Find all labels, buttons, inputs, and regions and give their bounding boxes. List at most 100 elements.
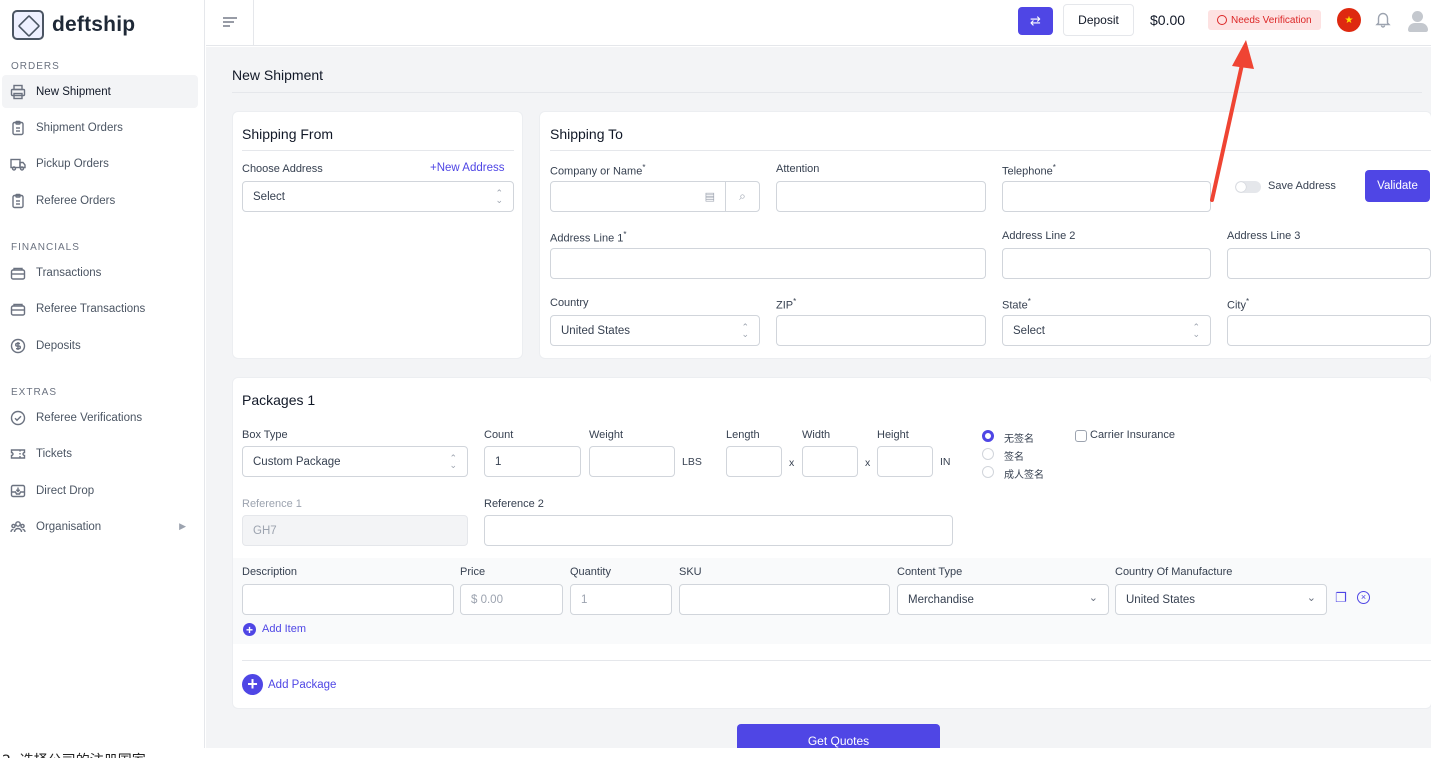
sidebar-item-deposits[interactable]: Deposits [2,329,198,362]
zip-input[interactable] [776,315,986,346]
add-item-icon[interactable]: + [243,623,256,637]
quantity-placeholder: 1 [581,593,588,606]
add-item-link[interactable]: Add Item [262,623,306,635]
chevron-updown-icon: ⌃ ⌄ [495,188,503,205]
address-line-2-input[interactable] [1002,248,1211,279]
packages-title: Packages 1 [242,392,316,408]
length-label: Length [726,429,760,441]
clipboard-icon [10,193,26,209]
brand-logo[interactable]: deftship [12,10,135,40]
chevron-down-icon: ⌄ [1306,592,1316,604]
city-input[interactable] [1227,315,1431,346]
chevron-updown-icon: ⌃ ⌄ [1192,322,1200,339]
copy-icon[interactable]: ❐ [1335,591,1349,605]
deposit-button[interactable]: Deposit [1063,4,1134,36]
sidebar-item-label: Transactions [36,266,102,279]
sidebar-item-shipment-orders[interactable]: Shipment Orders [2,111,198,144]
no-signature-label: 无签名 [1004,434,1034,445]
user-avatar[interactable] [1406,8,1430,34]
sidebar-item-direct-drop[interactable]: Direct Drop [2,474,198,507]
sidebar-item-pickup-orders[interactable]: Pickup Orders [2,147,198,180]
swap-icon: ⇄ [1030,13,1041,28]
save-address-toggle[interactable] [1235,181,1261,193]
sidebar-item-organisation[interactable]: Organisation ▶ [2,510,198,543]
country-of-manufacture-label: Country Of Manufacture [1115,566,1233,578]
select-value: Custom Package [253,455,341,468]
sku-input[interactable] [679,584,890,615]
content-type-select[interactable]: Merchandise ⌄ [897,584,1109,615]
sidebar-item-referee-transactions[interactable]: Referee Transactions [2,292,198,325]
times-sign: x [789,457,795,469]
length-input[interactable] [726,446,782,477]
telephone-input[interactable] [1002,181,1211,212]
divider [242,150,514,151]
sidebar-item-transactions[interactable]: Transactions [2,256,198,289]
china-flag-icon[interactable]: ★ [1337,8,1361,32]
ticket-icon [10,446,26,462]
choose-address-label: Choose Address [242,163,323,175]
box-type-select[interactable]: Custom Package ⌃ ⌄ [242,446,468,477]
select-value: United States [561,324,631,337]
country-of-manufacture-select[interactable]: United States ⌄ [1115,584,1327,615]
quantity-label: Quantity [570,566,611,578]
sidebar-item-new-shipment[interactable]: New Shipment [2,75,198,108]
main-content: New Shipment Shipping From Choose Addres… [206,47,1431,758]
price-label: Price [460,566,486,578]
swap-button[interactable]: ⇄ [1018,7,1053,35]
search-icon[interactable]: ⌕ [725,182,759,211]
width-input[interactable] [802,446,858,477]
state-label: State* [1002,297,1031,312]
carrier-insurance-checkbox[interactable] [1075,430,1087,442]
add-package-icon[interactable]: + [242,674,263,695]
needs-verification-badge[interactable]: Needs Verification [1208,10,1321,30]
validate-button[interactable]: Validate [1365,170,1430,202]
signature-radio[interactable] [982,448,994,460]
adult-signature-radio[interactable] [982,466,994,478]
price-input[interactable]: $ 0.00 [460,584,563,615]
sidebar-item-label: Direct Drop [36,484,95,497]
sidebar-item-label: Tickets [36,447,72,460]
state-select[interactable]: Select ⌃ ⌄ [1002,315,1211,346]
shipping-to-card: Shipping To Company or Name* ▤ ⌕ Attenti… [539,111,1431,359]
no-signature-radio[interactable] [982,430,994,442]
sidebar-item-referee-verifications[interactable]: Referee Verifications [2,401,198,434]
address-book-icon[interactable]: ▤ [705,190,715,203]
company-name-input[interactable]: ▤ ⌕ [550,181,760,212]
remove-item-icon[interactable]: × [1357,591,1370,604]
menu-toggle-button[interactable] [206,0,254,46]
sidebar-item-referee-orders[interactable]: Referee Orders [2,184,198,217]
times-sign: x [865,457,871,469]
choose-address-select[interactable]: Select ⌃ ⌄ [242,181,514,212]
reference-2-input[interactable] [484,515,953,546]
add-package-link[interactable]: Add Package [268,679,336,691]
page-title: New Shipment [232,67,324,83]
address-line-2-label: Address Line 2 [1002,230,1076,242]
account-balance: $0.00 [1150,12,1186,28]
quantity-input[interactable]: 1 [570,584,672,615]
height-input[interactable] [877,446,933,477]
telephone-label: Telephone* [1002,163,1056,178]
inbox-icon [10,483,26,499]
content-type-label: Content Type [897,566,963,578]
city-label: City* [1227,297,1250,312]
attention-input[interactable] [776,181,986,212]
count-input[interactable]: 1 [484,446,581,477]
sidebar-item-tickets[interactable]: Tickets [2,437,198,470]
sidebar-section-financials: FINANCIALS [11,242,80,253]
address-line-1-input[interactable] [550,248,986,279]
description-input[interactable] [242,584,454,615]
address-line-3-input[interactable] [1227,248,1431,279]
bell-icon[interactable] [1374,10,1392,31]
select-value: Merchandise [908,593,974,606]
select-value: United States [1126,593,1196,606]
chevron-updown-icon: ⌃ ⌄ [449,453,457,470]
weight-input[interactable] [589,446,675,477]
country-select[interactable]: United States ⌃ ⌄ [550,315,760,346]
attention-label: Attention [776,163,820,175]
footnote-text: 2. 选择公司的注册国家 [2,750,146,758]
new-address-link[interactable]: +New Address [430,162,504,174]
address-line-1-label: Address Line 1* [550,230,627,245]
reference-1-input[interactable]: GH7 [242,515,468,546]
dollar-circle-icon [10,338,26,354]
reference-1-label: Reference 1 [242,498,302,510]
